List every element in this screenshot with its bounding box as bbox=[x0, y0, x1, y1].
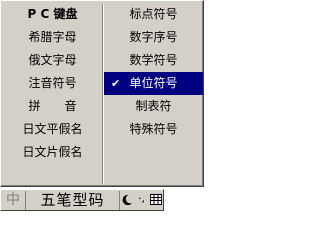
menu-item-greek-letters[interactable]: 希腊字母 bbox=[3, 26, 102, 49]
menu-item-unit-symbols[interactable]: ✔ 单位符号 bbox=[104, 72, 203, 95]
menu-item-label: 单位符号 bbox=[129, 76, 178, 90]
menu-item-hiragana[interactable]: 日文平假名 bbox=[3, 118, 102, 141]
menu-item-katakana[interactable]: 日文片假名 bbox=[3, 141, 102, 164]
menu-item-zhuyin-symbols[interactable]: 注音符号 bbox=[3, 72, 102, 95]
menu-item-russian-letters[interactable]: 俄文字母 bbox=[3, 49, 102, 72]
soft-keyboard-menu: P C 键盘 希腊字母 俄文字母 注音符号 拼 音 日文平假名 日文片假名 标点… bbox=[0, 0, 204, 187]
menu-item-math-symbols[interactable]: 数学符号 bbox=[104, 49, 203, 72]
punctuation-toggle[interactable]: ·, bbox=[135, 191, 148, 210]
menu-item-box-drawing[interactable]: 制表符 bbox=[104, 95, 203, 118]
chinese-english-toggle[interactable]: 中 bbox=[2, 191, 24, 210]
menu-item-pc-keyboard[interactable]: P C 键盘 bbox=[3, 3, 102, 26]
ime-status-bar: 中 五笔型码 ·, bbox=[0, 189, 164, 211]
menu-item-special-symbols[interactable]: 特殊符号 bbox=[104, 118, 203, 141]
soft-keyboard-toggle[interactable] bbox=[149, 191, 163, 210]
half-full-width-toggle[interactable] bbox=[121, 191, 134, 210]
menu-item-number-ordinals[interactable]: 数字序号 bbox=[104, 26, 203, 49]
menu-item-pinyin[interactable]: 拼 音 bbox=[3, 95, 102, 118]
menu-column-right: 标点符号 数字序号 数学符号 ✔ 单位符号 制表符 特殊符号 bbox=[104, 3, 203, 141]
check-icon: ✔ bbox=[111, 77, 121, 90]
menu-item-punctuation[interactable]: 标点符号 bbox=[104, 3, 203, 26]
half-moon-icon bbox=[122, 194, 132, 206]
soft-keyboard-icon bbox=[150, 194, 162, 205]
input-method-name[interactable]: 五笔型码 bbox=[25, 191, 120, 210]
menu-column-left: P C 键盘 希腊字母 俄文字母 注音符号 拼 音 日文平假名 日文片假名 bbox=[3, 3, 102, 164]
